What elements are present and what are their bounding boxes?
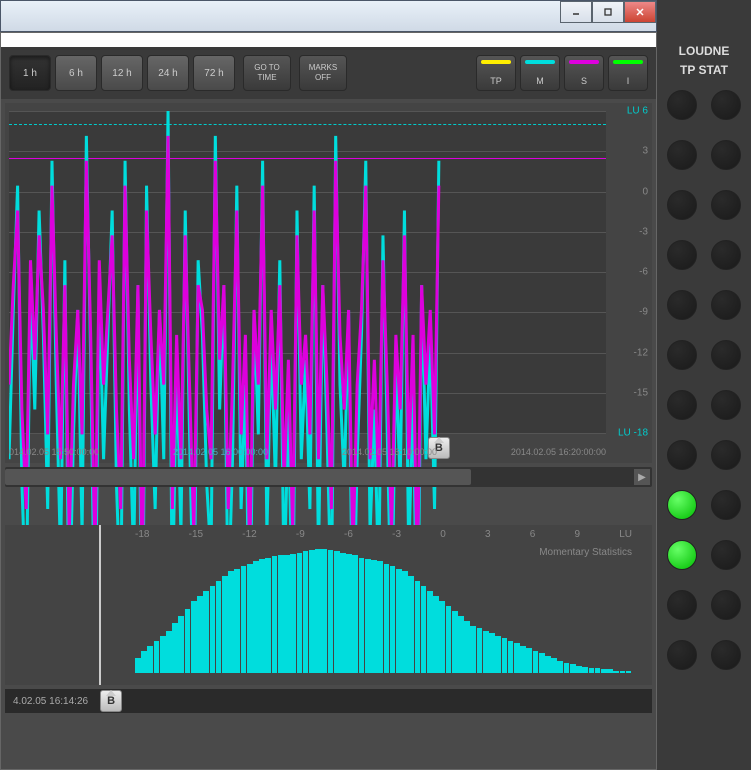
status-indicator-dot xyxy=(711,490,741,520)
channel-tp-toggle[interactable]: TP xyxy=(476,55,516,91)
y-tick: LU -18 xyxy=(618,428,648,439)
histo-tick: 3 xyxy=(485,529,491,549)
time-range-12h[interactable]: 12 h xyxy=(101,55,143,91)
status-indicator-dot xyxy=(667,140,697,170)
y-tick: -15 xyxy=(634,387,648,398)
marks-off-button[interactable]: MARKS OFF xyxy=(299,55,347,91)
minimize-button[interactable] xyxy=(560,1,592,23)
histo-tick: -18 xyxy=(135,529,149,549)
status-indicator-dot xyxy=(667,540,697,570)
indicator-grid xyxy=(657,90,751,670)
status-indicator-dot xyxy=(667,440,697,470)
status-indicator-dot xyxy=(711,440,741,470)
main-window: 1 h6 h12 h24 h72 h GO TO TIME MARKS OFF … xyxy=(0,32,657,770)
toolbar: 1 h6 h12 h24 h72 h GO TO TIME MARKS OFF … xyxy=(1,47,656,99)
status-indicator-dot xyxy=(711,390,741,420)
channel-i-toggle[interactable]: I xyxy=(608,55,648,91)
channel-m-toggle[interactable]: M xyxy=(520,55,560,91)
status-indicator-dot xyxy=(667,640,697,670)
status-indicator-dot xyxy=(711,90,741,120)
x-tick: 2014.02.05 16:20:00:00 xyxy=(511,447,606,457)
status-indicator-dot xyxy=(667,290,697,320)
histogram-x-axis: -18-15-12-9-6-30369LU xyxy=(135,529,632,549)
status-indicator-dot xyxy=(711,540,741,570)
time-range-group: 1 h6 h12 h24 h72 h xyxy=(9,55,235,91)
histo-tick: -15 xyxy=(189,529,203,549)
scrollbar-right-arrow[interactable]: ▶ xyxy=(634,469,650,485)
maximize-button[interactable] xyxy=(592,1,624,23)
loudness-chart: B LU 6 3 0 -3 -6 -9 -12 -15 LU -18 014.02.05 15:… xyxy=(5,103,652,463)
x-tick: 2014.02.05 16:00:00:00 xyxy=(173,447,268,457)
histo-tick: -12 xyxy=(242,529,256,549)
channel-s-toggle[interactable]: S xyxy=(564,55,604,91)
y-tick: -12 xyxy=(634,347,648,358)
time-range-24h[interactable]: 24 h xyxy=(147,55,189,91)
histo-tick: 0 xyxy=(440,529,446,549)
histo-tick: 6 xyxy=(530,529,536,549)
histo-tick: -6 xyxy=(344,529,353,549)
y-tick: -9 xyxy=(639,307,648,318)
time-range-72h[interactable]: 72 h xyxy=(193,55,235,91)
goto-time-button[interactable]: GO TO TIME xyxy=(243,55,291,91)
histogram-time-cursor[interactable] xyxy=(99,525,101,685)
histo-tick: -9 xyxy=(296,529,305,549)
y-axis: LU 630-3-6-9-12-15LU -18 xyxy=(608,111,652,433)
status-indicator-dot xyxy=(711,640,741,670)
status-indicator-dot xyxy=(711,290,741,320)
close-button[interactable] xyxy=(624,1,656,23)
x-tick: 014.02.05 15:50:00:00 xyxy=(9,447,99,457)
current-timestamp: 4.02.05 16:14:26 xyxy=(13,696,88,707)
y-tick: -6 xyxy=(639,267,648,278)
title-strip xyxy=(1,33,656,47)
time-range-1h[interactable]: 1 h xyxy=(9,55,51,91)
status-indicator-dot xyxy=(711,190,741,220)
status-indicator-dot xyxy=(667,390,697,420)
status-indicator-dot xyxy=(667,490,697,520)
side-panel-title: LOUDNETP STAT xyxy=(657,32,751,90)
channel-toggle-group: TPMSI xyxy=(476,55,648,91)
status-indicator-dot xyxy=(667,340,697,370)
chart-plot-area[interactable]: B xyxy=(9,111,606,433)
status-indicator-dot xyxy=(711,590,741,620)
y-tick: -3 xyxy=(639,226,648,237)
scrollbar-thumb[interactable] xyxy=(5,469,471,485)
histo-tick: -3 xyxy=(392,529,401,549)
timeline-scrollbar[interactable]: ▶ xyxy=(5,467,652,487)
histo-tick: 9 xyxy=(574,529,580,549)
window-titlebar xyxy=(0,0,657,32)
y-tick: LU 6 xyxy=(627,106,648,117)
x-tick: 2014.02.05 16:10:00:00 xyxy=(342,447,437,457)
footer-marker-b[interactable]: B xyxy=(100,690,122,712)
x-axis: 014.02.05 15:50:00:00 2014.02.05 16:00:00… xyxy=(9,447,606,457)
histogram-plot xyxy=(135,549,632,673)
status-indicator-dot xyxy=(667,190,697,220)
status-indicator-dot xyxy=(667,240,697,270)
y-tick: 3 xyxy=(642,146,648,157)
y-tick: 0 xyxy=(642,186,648,197)
status-indicator-dot xyxy=(711,340,741,370)
histogram-panel: -18-15-12-9-6-30369LU Momentary Statisti… xyxy=(5,525,652,685)
status-indicator-dot xyxy=(711,140,741,170)
status-indicator-dot xyxy=(667,90,697,120)
time-range-6h[interactable]: 6 h xyxy=(55,55,97,91)
status-indicator-dot xyxy=(711,240,741,270)
footer-bar: 4.02.05 16:14:26 B xyxy=(5,689,652,713)
status-indicator-dot xyxy=(667,590,697,620)
side-panel: LOUDNETP STAT xyxy=(657,0,751,770)
